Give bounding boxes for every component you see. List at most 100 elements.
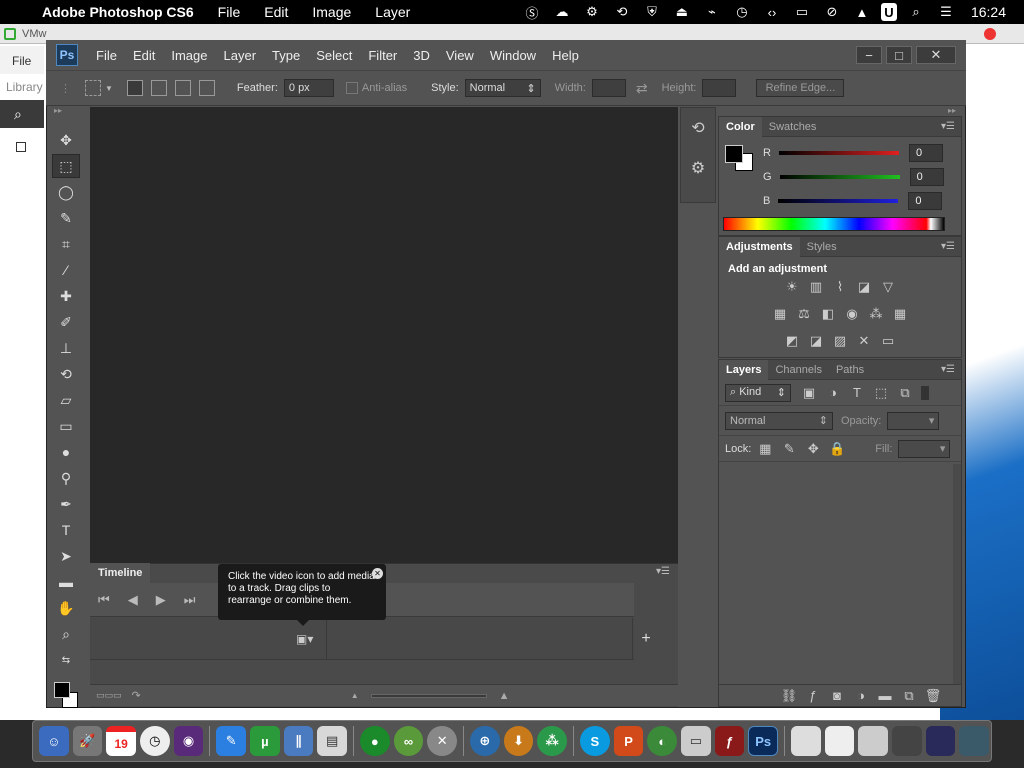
fx-icon[interactable]: ƒ	[805, 688, 821, 704]
ps-menu-edit[interactable]: Edit	[125, 48, 163, 63]
gradient-map-icon[interactable]: ▭	[880, 333, 896, 349]
invert-icon[interactable]: ◩	[784, 333, 800, 349]
network-icon[interactable]: ⁂	[537, 726, 568, 756]
new-layer-icon[interactable]: ⧉	[901, 688, 917, 704]
document-thumb-icon[interactable]	[791, 726, 821, 756]
color-balance-icon[interactable]: ⚖	[796, 306, 812, 322]
selective-color-icon[interactable]: ✕	[856, 333, 872, 349]
window-thumb-icon[interactable]	[892, 726, 922, 756]
window-thumb-icon[interactable]	[959, 726, 990, 756]
wifi-off-icon[interactable]: ⊘	[821, 3, 843, 21]
spot-healing-tool-icon[interactable]: ✚	[52, 284, 80, 308]
channel-r-value[interactable]: 0	[908, 144, 943, 162]
zoom-in-icon[interactable]: ▲	[499, 690, 510, 702]
document-canvas[interactable]	[90, 107, 678, 563]
filter-pixel-icon[interactable]: ▣	[801, 385, 817, 401]
tab-paths[interactable]: Paths	[829, 360, 871, 380]
path-selection-tool-icon[interactable]: ➤	[52, 544, 80, 568]
curves-icon[interactable]: ⌇	[832, 279, 848, 295]
lock-transparent-icon[interactable]: ▦	[757, 441, 773, 457]
ps-menu-layer[interactable]: Layer	[216, 48, 265, 63]
add-mask-icon[interactable]: ◙	[829, 688, 845, 704]
properties-icon[interactable]: ⚙	[681, 148, 715, 188]
ps-menu-file[interactable]: File	[88, 48, 125, 63]
swap-icon[interactable]: ⇄	[636, 80, 648, 97]
ps-menu-filter[interactable]: Filter	[360, 48, 405, 63]
exposure-icon[interactable]: ◪	[856, 279, 872, 295]
skype-icon[interactable]: Ⓢ	[521, 3, 543, 21]
filter-adjustment-icon[interactable]: ◑	[825, 385, 841, 401]
parallels-icon[interactable]: ∥	[283, 726, 314, 756]
history-brush-tool-icon[interactable]: ⟲	[52, 362, 80, 386]
ps-menu-select[interactable]: Select	[308, 48, 360, 63]
height-input[interactable]	[702, 79, 737, 97]
filter-shape-icon[interactable]: ⬚	[873, 385, 889, 401]
link-app-icon[interactable]: ∞	[393, 726, 424, 756]
convert-icon[interactable]: ↷	[132, 689, 141, 702]
vibrance-icon[interactable]: ▽	[880, 279, 896, 295]
link-layers-icon[interactable]: ⛓	[781, 688, 798, 704]
ps-menu-help[interactable]: Help	[544, 48, 587, 63]
rectangle-tool-icon[interactable]: ▬	[52, 570, 80, 594]
display-icon[interactable]: ▭	[791, 3, 813, 21]
black-white-icon[interactable]: ◧	[820, 306, 836, 322]
threshold-icon[interactable]: ▨	[832, 333, 848, 349]
tab-color[interactable]: Color	[719, 116, 762, 137]
calendar-icon[interactable]: 19	[106, 726, 137, 756]
timeline-options-icon[interactable]: ▭▭▭	[96, 690, 122, 701]
swap-colors-icon[interactable]: ⇆	[52, 648, 80, 672]
mac-menu-layer[interactable]: Layer	[375, 4, 410, 20]
lock-position-icon[interactable]: ✥	[805, 441, 821, 457]
tools-app-icon[interactable]: ✕	[427, 726, 458, 756]
channel-r-slider[interactable]	[778, 151, 899, 155]
rectangular-marquee-tool-icon[interactable]: ⬚	[52, 154, 80, 178]
eyedropper-tool-icon[interactable]: ⁄	[52, 258, 80, 282]
timeline-tab[interactable]: Timeline	[90, 563, 151, 583]
fill-input[interactable]: ▾	[898, 439, 951, 458]
move-tool-icon[interactable]: ✥	[52, 128, 80, 152]
pen-tool-icon[interactable]: ✒	[52, 492, 80, 516]
maximize-button[interactable]: □	[886, 46, 912, 64]
layers-scrollbar[interactable]	[953, 464, 961, 684]
tooltip-close-icon[interactable]: ✕	[372, 568, 383, 579]
clock[interactable]: 16:24	[971, 4, 1006, 20]
sync-icon[interactable]: ⟲	[611, 3, 633, 21]
timeline-track[interactable]: ▣▾	[90, 618, 634, 660]
intersect-selection-icon[interactable]	[198, 80, 215, 96]
timeline-menu-icon[interactable]: ▾☰	[656, 566, 670, 577]
zoom-out-icon[interactable]: ▲	[351, 691, 359, 700]
clone-stamp-tool-icon[interactable]: ⊥	[52, 336, 80, 360]
new-adjustment-layer-icon[interactable]: ◑	[853, 688, 869, 704]
channel-mixer-icon[interactable]: ⁂	[868, 306, 884, 322]
mac-menu-file[interactable]: File	[218, 4, 241, 20]
fg-color-swatch[interactable]	[725, 145, 743, 163]
lasso-tool-icon[interactable]: ◯	[52, 180, 80, 204]
levels-icon[interactable]: ▥	[808, 279, 824, 295]
user-icon[interactable]: U	[880, 3, 897, 21]
photo-filter-icon[interactable]: ◉	[844, 306, 860, 322]
preview-icon[interactable]: ▤	[317, 726, 348, 756]
eraser-tool-icon[interactable]: ▱	[52, 388, 80, 412]
color-spectrum-bar[interactable]	[723, 217, 945, 231]
search-icon[interactable]: ⌕	[905, 3, 927, 21]
crop-tool-icon[interactable]: ⌗	[52, 232, 80, 256]
code-icon[interactable]: ‹›	[761, 3, 783, 21]
quick-selection-tool-icon[interactable]: ✎	[52, 206, 80, 230]
filter-smart-object-icon[interactable]: ⧉	[897, 385, 913, 401]
ps-menu-window[interactable]: Window	[482, 48, 544, 63]
download-app-icon[interactable]: ⬇	[503, 726, 534, 756]
play-icon[interactable]: ▶	[156, 592, 166, 608]
shield-icon[interactable]: ⛨	[641, 3, 663, 21]
marquee-preset-icon[interactable]	[85, 80, 101, 96]
tab-adjustments[interactable]: Adjustments	[719, 236, 800, 257]
antialias-checkbox[interactable]	[345, 82, 358, 94]
first-frame-icon[interactable]: ⏮	[98, 592, 110, 608]
color-lookup-icon[interactable]: ▦	[892, 306, 908, 322]
control-center-icon[interactable]: ☰	[935, 3, 957, 21]
skype-dock-icon[interactable]: S	[580, 726, 610, 756]
document-thumb-icon[interactable]	[824, 726, 855, 756]
clock-app-icon[interactable]: ◷	[140, 726, 170, 756]
panel-menu-icon[interactable]: ▾☰	[941, 364, 955, 375]
close-button[interactable]: ✕	[916, 46, 956, 64]
channel-b-slider[interactable]	[778, 199, 899, 203]
